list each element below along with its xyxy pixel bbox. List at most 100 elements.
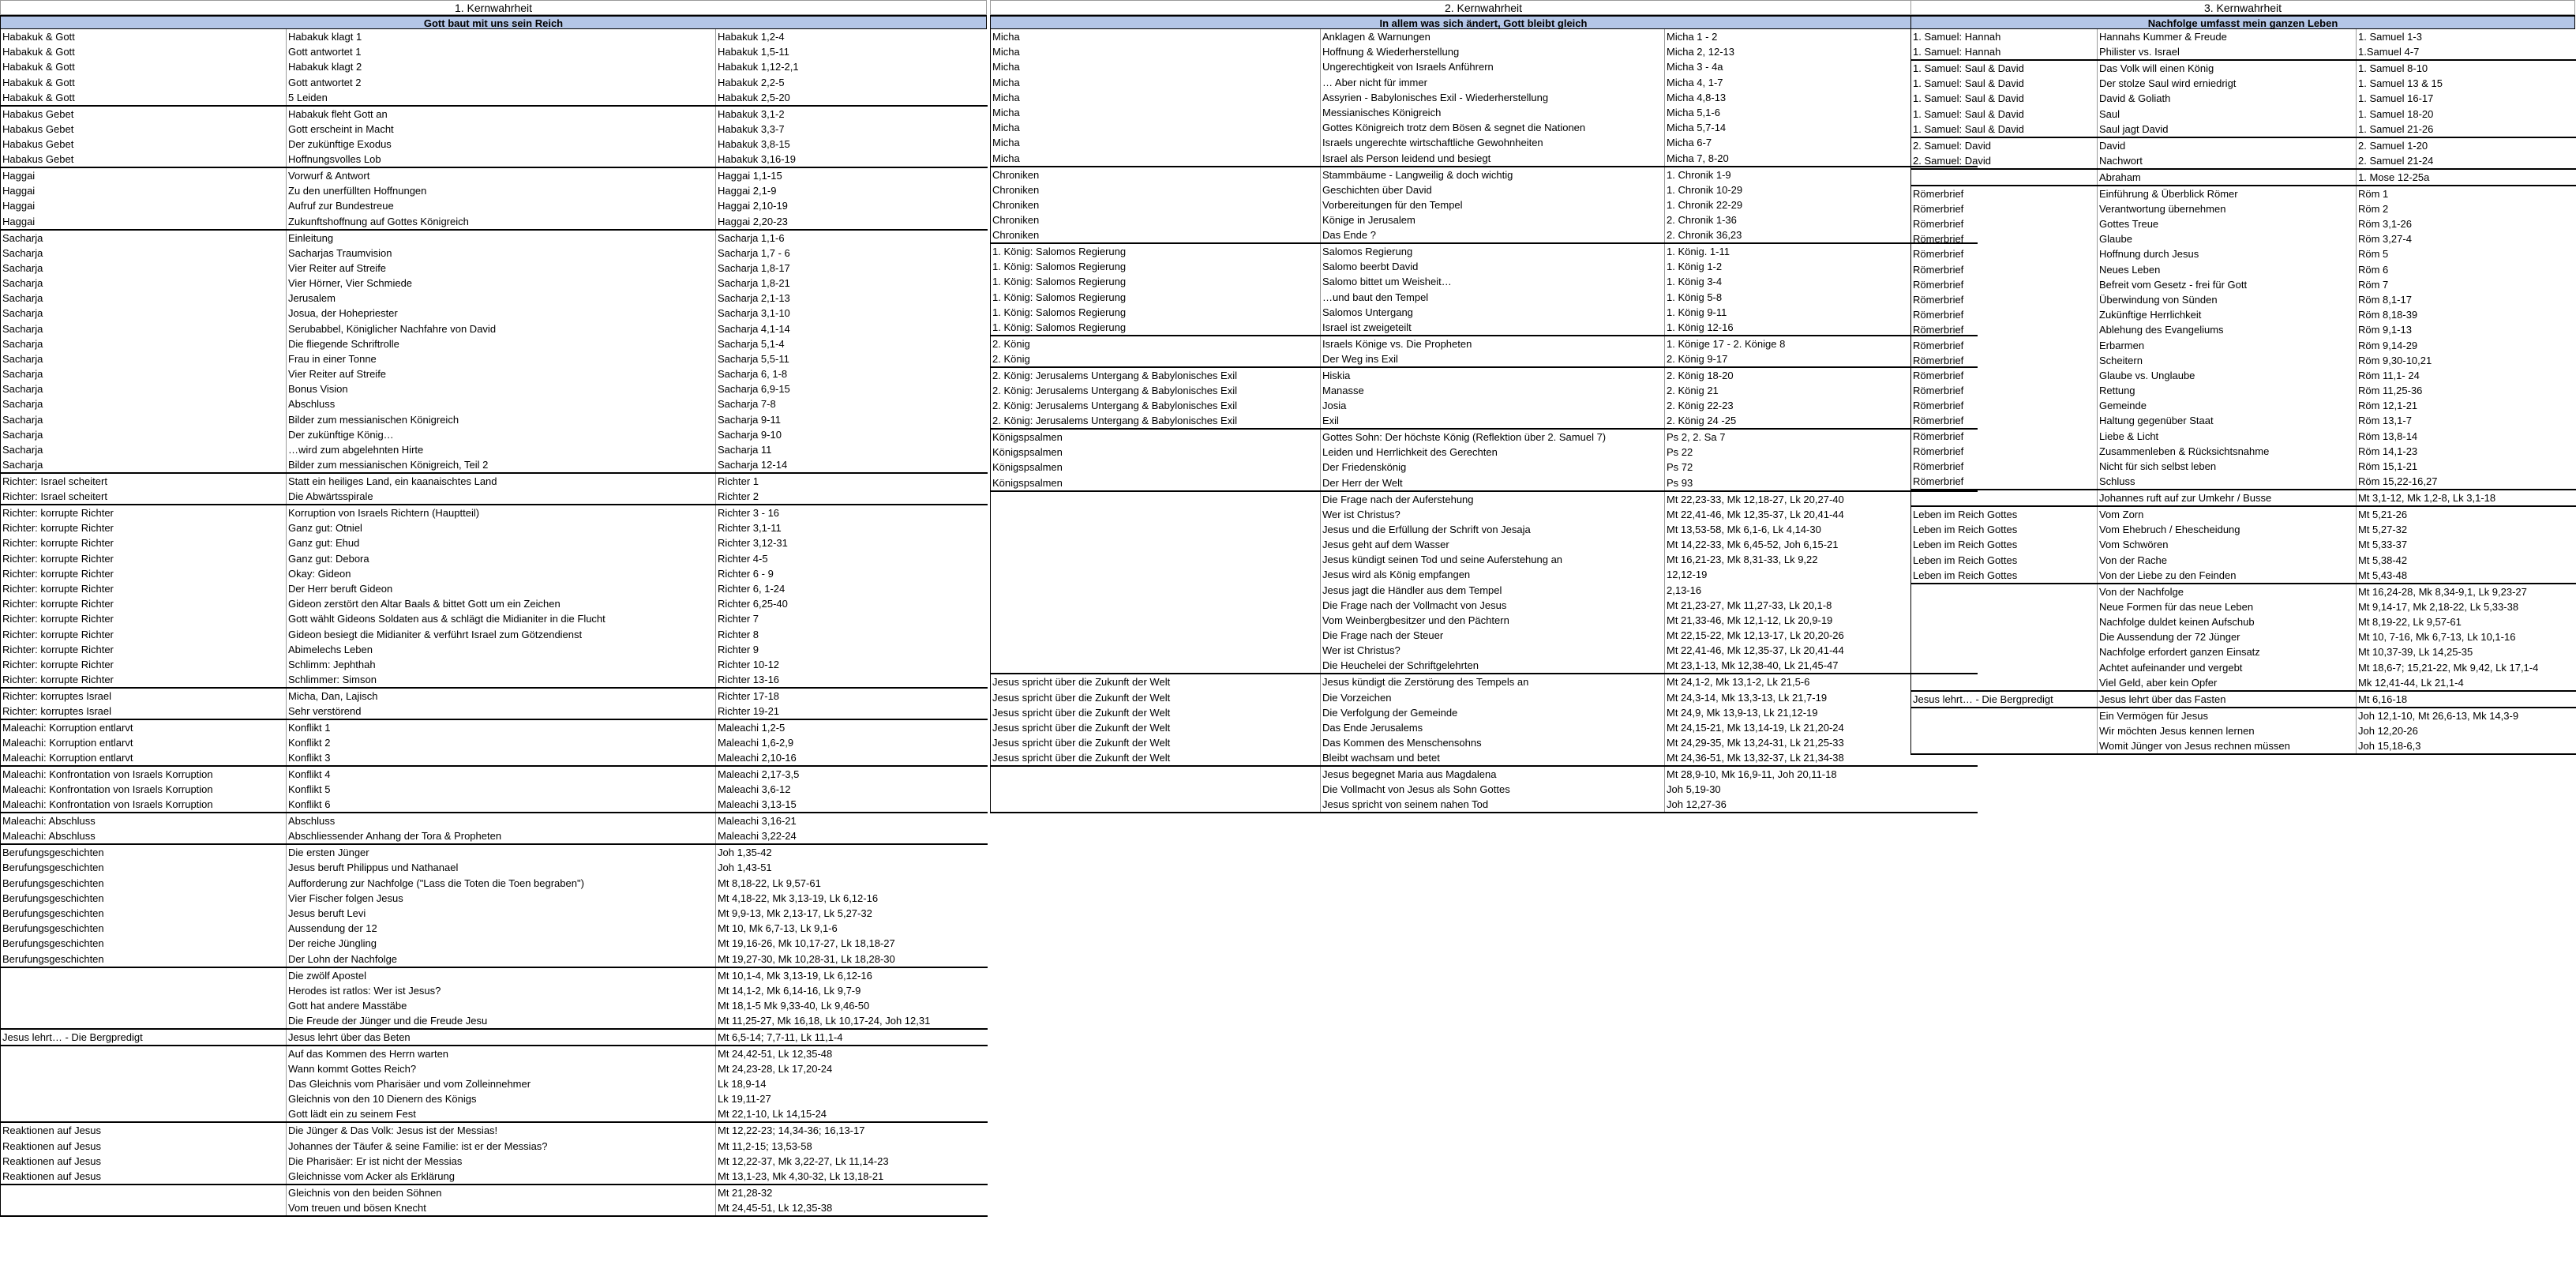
table-row: 1. Samuel: Saul & David David & Goliath 1.… (1910, 91, 2576, 107)
topic-cell: Der reiche Jüngling (286, 936, 716, 952)
group-cell: Sacharja (0, 411, 287, 427)
topic-cell: Die zwölf Apostel (286, 966, 716, 983)
topic-cell: Auf das Kommen des Herrn warten (286, 1044, 716, 1061)
topic-cell: Zusammenleben & Rücksichtsnahme (2097, 443, 2357, 459)
table-row: Habakuk & Gott Habakuk klagt 1 Habakuk 1,2… (0, 29, 988, 45)
table-row: Jesus jagt die Händler aus dem Tempel 2,1… (990, 582, 1978, 598)
topic-cell: Der stolze Saul wird erniedrigt (2097, 76, 2357, 92)
group-cell: Römerbrief (1910, 291, 2098, 308)
topic-cell: Schlimmer: Simson (286, 672, 716, 688)
reference-cell: Mt 12,22-37, Mk 3,22-27, Lk 11,14-23 (715, 1153, 988, 1169)
section-subtitle: Nachfolge umfasst mein ganzen Leben (1910, 15, 2575, 29)
reference-cell: Mt 19,16-26, Mk 10,17-27, Lk 18,18-27 (715, 936, 988, 952)
topic-cell: Schluss (2097, 474, 2357, 490)
topic-cell: Hoffnungsvolles Lob (286, 152, 716, 168)
table-row: Jesus spricht über die Zukunft der Welt D… (990, 719, 1978, 735)
topic-cell: Einführung & Überblick Römer (2097, 184, 2357, 201)
topic-cell: Das Ende Jerusalems (1320, 719, 1665, 735)
table-row: Berufungsgeschichten Der reiche Jüngling M… (0, 936, 988, 952)
topic-cell: Gideon zerstört den Altar Baals & bittet… (286, 596, 716, 612)
group-cell: 1. Samuel: Hannah (1910, 29, 2098, 45)
table-row: Leben im Reich Gottes Von der Liebe zu de… (1910, 567, 2576, 584)
topic-cell: Nachfolge erfordert ganzen Einsatz (2097, 644, 2357, 660)
topic-cell: Jesus spricht von seinem nahen Tod (1320, 797, 1665, 814)
table-row: Richter: korrupte Richter Abimelechs Lebe… (0, 641, 988, 657)
table-row: Jesus wird als König empfangen 12,12-19 (990, 567, 1978, 583)
table-row: Richter: Israel scheitert Statt ein heili… (0, 472, 988, 490)
group-cell (990, 521, 1321, 537)
group-cell: Leben im Reich Gottes (1910, 522, 2098, 538)
topic-cell: Womit Jünger von Jesus rechnen müssen (2097, 738, 2357, 755)
group-cell: Berufungsgeschichten (0, 936, 287, 952)
group-cell: Richter: Israel scheitert (0, 472, 287, 490)
group-cell: Sacharja (0, 457, 287, 474)
topic-cell: Abimelechs Leben (286, 641, 716, 657)
topic-cell: Ganz gut: Otniel (286, 520, 716, 536)
group-cell: Richter: korruptes Israel (0, 704, 287, 719)
table-row: Johannes ruft auf zur Umkehr / Busse Mt 3… (1910, 489, 2576, 507)
topic-cell: Das Gleichnis vom Pharisäer und vom Zoll… (286, 1076, 716, 1092)
topic-cell: Zukunftshoffnung auf Gottes Königreich (286, 213, 716, 230)
topic-cell: Saul (2097, 106, 2357, 122)
table-row: Römerbrief Liebe & Licht Röm 13,8-14 (1910, 428, 2576, 444)
group-cell: 2. Samuel: David (1910, 136, 2098, 153)
group-cell: Königspsalmen (990, 445, 1321, 460)
reference-cell: Habakuk 2,5-20 (715, 89, 988, 106)
group-cell (990, 643, 1321, 659)
table-row: Das Gleichnis vom Pharisäer und vom Zoll… (0, 1076, 988, 1092)
reference-cell: Mt 4,18-22, Mk 3,13-19, Lk 6,12-16 (715, 890, 988, 906)
group-cell (1910, 167, 2098, 186)
topic-cell: Ungerechtigkeit von Israels Anführern (1320, 59, 1665, 75)
group-cell: Maleachi: Abschluss (0, 828, 287, 845)
table-row: Reaktionen auf Jesus Gleichnisse vom Acke… (0, 1168, 988, 1185)
topic-cell: Salomos Regierung (1320, 242, 1665, 260)
table-row: Haggai Zu den unerfüllten Hoffnungen Hagga… (0, 183, 988, 199)
table-row: Habakus Gebet Der zukünftige Exodus Habaku… (0, 136, 988, 152)
reference-cell: 1. Mose 12-25a (2356, 167, 2576, 186)
group-cell (1910, 674, 2098, 691)
topic-cell: Geschichten über David (1320, 182, 1665, 197)
reference-cell: Röm 13,8-14 (2356, 428, 2576, 444)
reference-cell: 1. Samuel 13 & 15 (2356, 76, 2576, 92)
topic-cell: Korruption von Israels Richtern (Hauptte… (286, 504, 716, 521)
table-row: Habakuk & Gott 5 Leiden Habakuk 2,5-20 (0, 89, 988, 106)
topic-cell: Vier Hörner, Vier Schmiede (286, 275, 716, 291)
table-row: Richter: korrupte Richter Gideon besiegt … (0, 626, 988, 642)
topic-cell: Israel ist zweigeteilt (1320, 319, 1665, 336)
topic-cell: Jesus geht auf dem Wasser (1320, 536, 1665, 553)
table-row: 1. König: Salomos Regierung Salomos Unter… (990, 304, 1978, 320)
topic-cell: Die Pharisäer: Er ist nicht der Messias (286, 1153, 716, 1169)
group-cell (1910, 659, 2098, 675)
topic-cell: Gott hat andere Masstäbe (286, 997, 716, 1013)
group-cell: Sacharja (0, 426, 287, 442)
table-row: Sacharja Einleitung Sacharja 1,1-6 (0, 228, 988, 246)
group-cell: Berufungsgeschichten (0, 951, 287, 967)
topic-cell: Die Heuchelei der Schriftgelehrten (1320, 658, 1665, 674)
reference-cell: Mt 22,1-10, Lk 14,15-24 (715, 1106, 988, 1123)
reference-cell: Röm 5 (2356, 246, 2576, 262)
reference-cell: Mt 10, 7-16, Mk 6,7-13, Lk 10,1-16 (2356, 629, 2576, 645)
group-cell (0, 966, 287, 983)
reference-cell: Maleachi 3,22-24 (715, 828, 988, 845)
topic-cell: Vorbereitungen für den Tempel (1320, 197, 1665, 212)
topic-cell: Gott antwortet 1 (286, 44, 716, 60)
table-row: Habakuk & Gott Gott antwortet 1 Habakuk 1,… (0, 44, 988, 60)
group-cell: Sacharja (0, 245, 287, 261)
table-row: Römerbrief Zukünftige Herrlichkeit Röm 8,1… (1910, 307, 2576, 323)
table-row: Maleachi: Konfrontation von Israels Korr… (0, 797, 988, 813)
group-cell: Chroniken (990, 165, 1321, 182)
table-row: Richter: korruptes Israel Sehr verstörend… (0, 704, 988, 719)
reference-cell: Habakuk 2,2-5 (715, 74, 988, 90)
group-cell (1910, 599, 2098, 614)
table-row: 1. Samuel: Saul & David Saul jagt David 1.… (1910, 121, 2576, 137)
table-row: Micha Ungerechtigkeit von Israels Anführe… (990, 59, 1978, 75)
group-cell: 1. König: Salomos Regierung (990, 319, 1321, 336)
reference-cell: Richter 19-21 (715, 704, 988, 719)
topic-cell: Bonus Vision (286, 381, 716, 397)
group-cell (1910, 614, 2098, 630)
table-row: Chroniken Stammbäume - Langweilig & doch … (990, 165, 1978, 182)
table-row: Jesus spricht über die Zukunft der Welt D… (990, 704, 1978, 720)
reference-cell: Joh 1,43-51 (715, 860, 988, 876)
reference-cell: Maleachi 2,10-16 (715, 750, 988, 767)
reference-cell: Mt 5,33-37 (2356, 537, 2576, 553)
